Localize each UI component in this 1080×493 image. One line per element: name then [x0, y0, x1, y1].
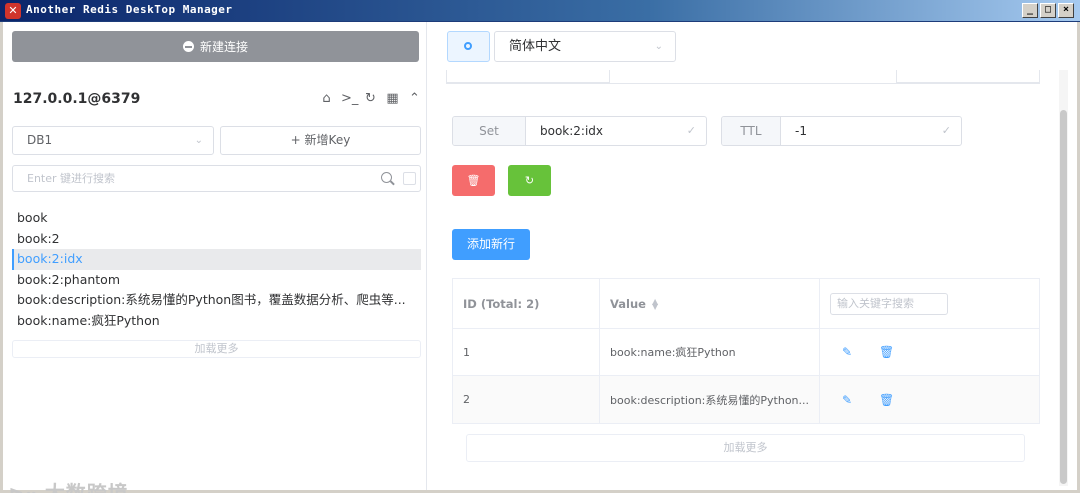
edit-icon[interactable]: ✎ [840, 345, 854, 359]
column-header-value[interactable]: Value ▲ ▼ [600, 279, 820, 328]
row-id: 2 [453, 376, 600, 423]
language-select-value: 简体中文 [509, 39, 562, 54]
column-header-id: ID (Total: 2) [453, 279, 600, 328]
table-search-cell: 输入关键字搜索 [820, 279, 1039, 328]
row-value: book:description:系统易懂的Python... [600, 376, 820, 423]
minus-circle-icon [182, 41, 194, 52]
column-header-value-label: Value [610, 296, 646, 311]
radio-option-icon[interactable] [447, 31, 490, 62]
add-row-button[interactable]: 添加新行 [452, 229, 530, 260]
refresh-key-button[interactable]: ↻ [508, 165, 551, 196]
redis-logo-icon: ✕ [5, 3, 21, 19]
maximize-button[interactable]: □ [1040, 3, 1056, 18]
key-search-placeholder: Enter 键进行搜索 [27, 172, 116, 185]
row-value-text: book:name:疯狂Python [610, 346, 736, 359]
tab-fragment[interactable] [446, 70, 610, 83]
table-header: ID (Total: 2) Value ▲ ▼ 输入关键字搜索 [453, 279, 1039, 329]
db-select[interactable]: DB1 ⌄ [12, 126, 214, 155]
sort-icon[interactable]: ▲ ▼ [652, 297, 660, 310]
row-actions: ✎ 🗑 [820, 376, 1039, 423]
window-titlebar: ✕ Another Redis DeskTop Manager _ □ × [0, 0, 1080, 22]
db-select-value: DB1 [27, 133, 53, 147]
load-more-rows-button[interactable]: 加载更多 [466, 434, 1025, 462]
key-list: book book:2 book:2:idx book:2:phantom bo… [12, 208, 421, 331]
ttl-label: TTL [722, 117, 781, 145]
check-icon[interactable]: ✓ [687, 117, 696, 145]
refresh-icon: ↻ [524, 174, 535, 187]
row-actions: ✎ 🗑 [820, 329, 1039, 375]
search-icon[interactable] [381, 172, 392, 183]
sidebar: 新建连接 127.0.0.1@6379 ⌂ >_ ↻ ▦ ⌃ DB1 ⌄ + 新… [3, 22, 427, 493]
chevron-up-icon[interactable]: ⌃ [407, 91, 422, 106]
trash-icon[interactable]: 🗑 [879, 393, 894, 407]
window-controls: _ □ × [1022, 3, 1074, 18]
key-name-value: book:2:idx [540, 124, 604, 138]
key-name-field[interactable]: Set book:2:idx ✓ [452, 116, 707, 146]
watermark: ᐅ∞ 大数跨境 [9, 477, 129, 493]
scrollbar-thumb[interactable] [1060, 110, 1067, 484]
ttl-value: -1 [795, 124, 807, 138]
table-search-input[interactable]: 输入关键字搜索 [830, 292, 948, 315]
watermark-logo-icon: ᐅ∞ [9, 485, 39, 493]
ttl-field[interactable]: TTL -1 ✓ [721, 116, 962, 146]
row-value-text: book:description:系统易懂的Python... [610, 393, 810, 407]
connection-name[interactable]: 127.0.0.1@6379 [13, 91, 140, 107]
language-select[interactable]: 简体中文 ⌄ [494, 31, 676, 62]
row-value: book:name:疯狂Python [600, 329, 820, 375]
new-key-button[interactable]: + 新增Key [220, 126, 421, 155]
trash-icon[interactable]: 🗑 [879, 345, 894, 359]
set-members-table: ID (Total: 2) Value ▲ ▼ 输入关键字搜索 1 book:na… [452, 278, 1040, 424]
edit-icon[interactable]: ✎ [840, 393, 854, 407]
window-title: Another Redis DeskTop Manager [26, 3, 233, 16]
minimize-button[interactable]: _ [1022, 3, 1038, 18]
console-icon[interactable]: >_ [341, 91, 358, 106]
new-connection-button[interactable]: 新建连接 [12, 31, 419, 62]
tabs-strip [446, 70, 1040, 84]
chevron-down-icon: ⌄ [194, 135, 203, 146]
key-list-item[interactable]: book:description:系统易懂的Python图书，覆盖数据分析、爬虫… [12, 290, 421, 311]
tab-fragment[interactable] [896, 70, 1040, 83]
connection-toolbar: ⌂ >_ ↻ ▦ ⌃ [319, 91, 422, 106]
chevron-down-icon: ⌄ [654, 41, 663, 52]
load-more-keys-button[interactable]: 加载更多 [12, 340, 421, 358]
table-row: 1 book:name:疯狂Python ✎ 🗑 [453, 329, 1039, 376]
key-list-item[interactable]: book:2:phantom [12, 270, 421, 291]
new-connection-label: 新建连接 [199, 40, 248, 54]
home-icon[interactable]: ⌂ [319, 91, 334, 106]
grid-icon[interactable]: ▦ [385, 91, 400, 106]
refresh-icon[interactable]: ↻ [363, 91, 378, 106]
main-panel: 简体中文 ⌄ Set book:2:idx ✓ TTL -1 ✓ 🗑 ↻ 添加新… [428, 22, 1074, 490]
exact-match-checkbox[interactable] [403, 172, 416, 185]
check-icon[interactable]: ✓ [942, 117, 951, 145]
key-list-item[interactable]: book [12, 208, 421, 229]
settings-row: 简体中文 ⌄ [428, 22, 1054, 70]
key-type-label: Set [453, 117, 526, 145]
table-row: 2 book:description:系统易懂的Python... ✎ 🗑 [453, 376, 1039, 423]
close-button[interactable]: × [1058, 3, 1074, 18]
row-id: 1 [453, 329, 600, 375]
key-search-input[interactable]: Enter 键进行搜索 [12, 165, 421, 192]
key-list-item[interactable]: book:name:疯狂Python [12, 311, 421, 332]
delete-key-button[interactable]: 🗑 [452, 165, 495, 196]
key-list-item[interactable]: book:2 [12, 229, 421, 250]
key-list-item-active[interactable]: book:2:idx [12, 249, 421, 270]
trash-icon: 🗑 [466, 174, 481, 187]
watermark-text: 大数跨境 [44, 481, 129, 493]
